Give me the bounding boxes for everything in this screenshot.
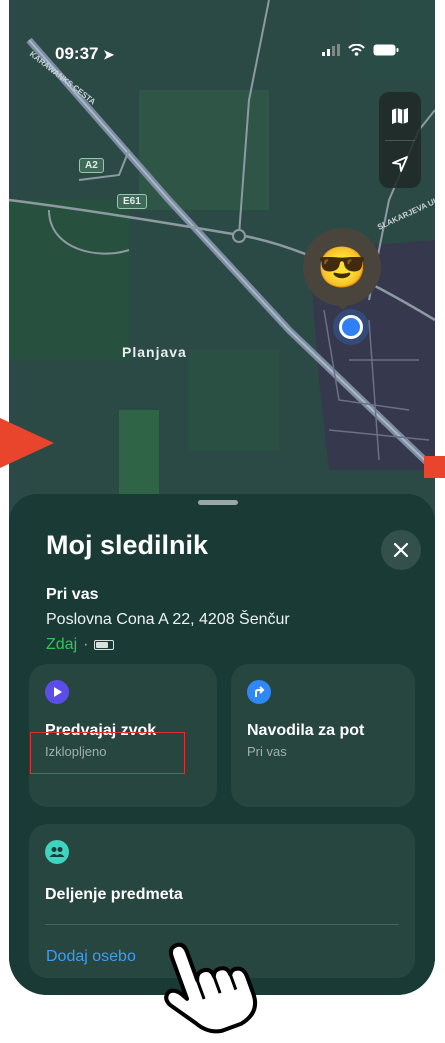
tracker-address: Poslovna Cona A 22, 4208 Šenčur (46, 611, 290, 628)
directions-button[interactable]: Navodila za pot Pri vas (231, 664, 415, 807)
map-icon[interactable] (390, 106, 410, 126)
map-place-label: Planjava (122, 344, 187, 360)
road-shield-e61: E61 (117, 194, 147, 209)
close-icon (393, 542, 409, 558)
tracker-detail-sheet: Moj sledilnik Pri vas Poslovna Cona A 22… (9, 494, 435, 995)
annotation-arrow-right (424, 456, 445, 478)
user-location-dot (339, 315, 363, 339)
map-park (9, 200, 129, 360)
location-arrow-icon[interactable] (390, 154, 410, 174)
status-bar: 09:37 ➤ (9, 0, 435, 63)
map-roundabout (232, 229, 246, 243)
add-person-link[interactable]: Dodaj osebo (46, 948, 136, 966)
road-shield-a2: A2 (79, 158, 104, 173)
directions-status: Pri vas (247, 744, 287, 759)
sheet-title: Moj sledilnik (46, 530, 209, 560)
last-update-time: Zdaj (46, 636, 78, 653)
sunglasses-emoji-icon: 😎 (317, 245, 367, 290)
share-divider (45, 924, 399, 925)
status-time-group: 09:37 ➤ (55, 44, 114, 64)
tracker-status: Pri vas (46, 586, 99, 603)
map-controls (379, 92, 421, 188)
location-services-icon: ➤ (103, 47, 115, 62)
annotation-arrow-left (0, 418, 54, 468)
pointing-hand-icon (164, 942, 258, 1034)
people-icon (45, 840, 69, 864)
share-item-title: Deljenje predmeta (45, 886, 183, 903)
directions-icon (247, 680, 271, 704)
annotation-highlight-box (30, 732, 185, 774)
tracker-avatar[interactable]: 😎 (303, 228, 381, 306)
separator-dot: · (83, 636, 89, 653)
tracker-battery-icon (94, 640, 115, 650)
sheet-grabber[interactable] (198, 500, 238, 505)
status-time: 09:37 (55, 44, 99, 63)
play-icon (45, 680, 69, 704)
map-controls-divider (385, 140, 415, 141)
phone-screen: KARAWANKS CESTA SLAKARJEVA ULICA A2 E61 … (9, 0, 435, 995)
battery-icon (373, 44, 399, 56)
cellular-signal-icon (322, 44, 340, 56)
status-icons (322, 44, 399, 56)
directions-label: Navodila za pot (247, 722, 365, 739)
last-update-row: Zdaj · (46, 636, 115, 654)
map-park (189, 350, 279, 450)
close-button[interactable] (381, 530, 421, 570)
wifi-icon (348, 44, 365, 56)
map-park (119, 410, 159, 500)
